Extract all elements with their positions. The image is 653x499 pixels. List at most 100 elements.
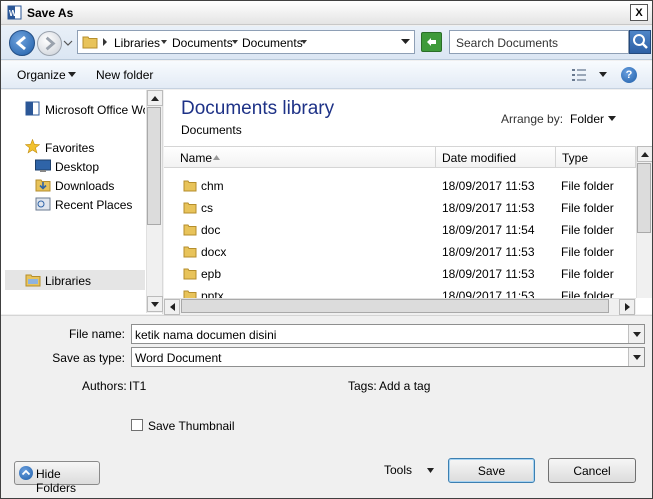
nav-item-desktop[interactable]: Desktop (55, 160, 99, 174)
column-type-label: Type (562, 151, 589, 165)
breadcrumb-documents-current[interactable]: Documents (242, 36, 303, 50)
chevron-down-icon[interactable] (427, 468, 434, 473)
file-row[interactable]: doc 18/09/2017 11:54 File folder (164, 219, 636, 241)
arrow-right-icon (624, 303, 630, 311)
file-list-horizontal-scrollbar[interactable] (164, 298, 636, 315)
file-row[interactable]: epb 18/09/2017 11:53 File folder (164, 263, 636, 285)
scroll-thumb[interactable] (181, 299, 609, 313)
chevron-right-icon[interactable] (102, 38, 108, 46)
file-row[interactable]: cs 18/09/2017 11:53 File folder (164, 197, 636, 219)
folder-icon (183, 246, 197, 258)
new-folder-button[interactable]: New folder (96, 68, 153, 82)
scroll-left-button[interactable] (164, 299, 180, 315)
file-type: File folder (561, 223, 614, 237)
navigation-pane: Microsoft Office Word Favorites Desktop … (1, 90, 163, 314)
file-row[interactable]: chm 18/09/2017 11:53 File folder (164, 175, 636, 197)
scroll-right-button[interactable] (619, 299, 635, 315)
chevron-down-icon[interactable] (301, 39, 307, 45)
arrow-left-icon (15, 35, 26, 51)
column-header-date[interactable]: Date modified (436, 146, 556, 168)
scroll-up-button[interactable] (637, 146, 652, 162)
cancel-button[interactable]: Cancel (548, 458, 636, 483)
tags-value[interactable]: Add a tag (379, 379, 430, 393)
file-row[interactable]: docx 18/09/2017 11:53 File folder (164, 241, 636, 263)
refresh-icon (427, 38, 436, 46)
file-row[interactable]: pptx 18/09/2017 11:53 File folder (164, 285, 636, 298)
save-button[interactable]: Save (448, 458, 535, 483)
svg-text:W: W (9, 9, 17, 18)
chevron-down-icon[interactable] (68, 72, 76, 77)
word-icon (25, 101, 40, 116)
window-title: Save As (27, 6, 74, 20)
file-name: doc (201, 223, 221, 237)
nav-item-downloads[interactable]: Downloads (55, 179, 114, 193)
chevron-down-icon[interactable] (232, 39, 238, 45)
downloads-icon (35, 179, 51, 192)
folder-icon (183, 268, 197, 280)
folder-icon (82, 36, 98, 49)
file-name: chm (201, 179, 224, 193)
back-button[interactable] (9, 30, 35, 56)
breadcrumb-documents[interactable]: Documents (172, 36, 233, 50)
save-thumbnail-label[interactable]: Save Thumbnail (148, 419, 235, 433)
organize-button[interactable]: Organize (17, 68, 66, 82)
nav-item-word[interactable]: Microsoft Office Word (45, 103, 145, 117)
file-name-input[interactable]: ketik nama documen disini (131, 324, 645, 344)
save-thumbnail-checkbox[interactable] (131, 419, 143, 431)
search-input[interactable]: Search Documents (449, 30, 629, 54)
search-placeholder: Search Documents (456, 36, 559, 50)
file-name-dropdown-button[interactable] (628, 325, 644, 343)
nav-item-libraries-label: Libraries (45, 274, 92, 288)
scroll-down-button[interactable] (147, 296, 163, 312)
chevron-down-icon[interactable] (608, 116, 616, 121)
nav-favorites[interactable]: Favorites (45, 141, 94, 155)
file-type: File folder (561, 289, 614, 298)
save-as-type-select[interactable]: Word Document (131, 347, 645, 367)
refresh-button[interactable] (421, 32, 442, 52)
authors-value[interactable]: IT1 (129, 379, 146, 393)
save-as-type-dropdown-button[interactable] (628, 348, 644, 366)
authors-label: Authors: (82, 379, 127, 393)
cancel-button-label: Cancel (573, 463, 611, 478)
file-name-value: ketik nama documen disini (135, 328, 277, 342)
column-date-label: Date modified (442, 151, 517, 165)
arrow-up-icon (151, 95, 159, 101)
address-dropdown-icon[interactable] (401, 39, 410, 45)
scroll-thumb[interactable] (147, 107, 161, 225)
save-as-dialog: W Save As X Libraries Documents Document… (0, 0, 653, 499)
word-icon: W (7, 5, 22, 20)
search-button[interactable] (629, 30, 651, 54)
file-list-vertical-scrollbar[interactable] (636, 146, 652, 298)
close-icon: X (635, 6, 643, 19)
forward-button[interactable] (37, 31, 62, 56)
nav-item-recent-places[interactable]: Recent Places (55, 198, 132, 212)
folder-icon (183, 202, 197, 214)
file-name: cs (201, 201, 213, 215)
breadcrumb-libraries[interactable]: Libraries (114, 36, 160, 50)
arrow-right-icon (45, 36, 56, 51)
address-bar[interactable]: Libraries Documents Documents (77, 30, 415, 54)
tools-button[interactable]: Tools (384, 463, 412, 477)
folder-icon (183, 224, 197, 236)
column-header-type[interactable]: Type (556, 146, 636, 168)
libraries-icon (25, 274, 41, 287)
address-row: Libraries Documents Documents Search Doc… (1, 26, 652, 60)
hide-folders-button[interactable]: Hide Folders (14, 461, 100, 495)
close-button[interactable]: X (630, 4, 648, 21)
scroll-thumb[interactable] (637, 163, 651, 233)
save-button-label: Save (477, 463, 506, 478)
chevron-down-icon[interactable] (161, 39, 167, 45)
file-date: 18/09/2017 11:53 (442, 201, 535, 215)
chevron-down-icon (632, 354, 641, 360)
file-type: File folder (561, 179, 614, 193)
view-list-icon[interactable] (571, 68, 587, 82)
file-type: File folder (561, 245, 614, 259)
column-header-name[interactable]: Name (164, 146, 436, 168)
arrange-by-dropdown[interactable]: Folder (570, 112, 604, 126)
history-dropdown-icon[interactable] (63, 38, 73, 48)
scroll-up-button[interactable] (147, 90, 163, 106)
chevron-down-icon[interactable] (599, 72, 607, 77)
help-icon[interactable]: ? (621, 67, 637, 83)
nav-scrollbar[interactable] (146, 90, 163, 313)
save-as-type-label: Save as type: (52, 351, 125, 365)
